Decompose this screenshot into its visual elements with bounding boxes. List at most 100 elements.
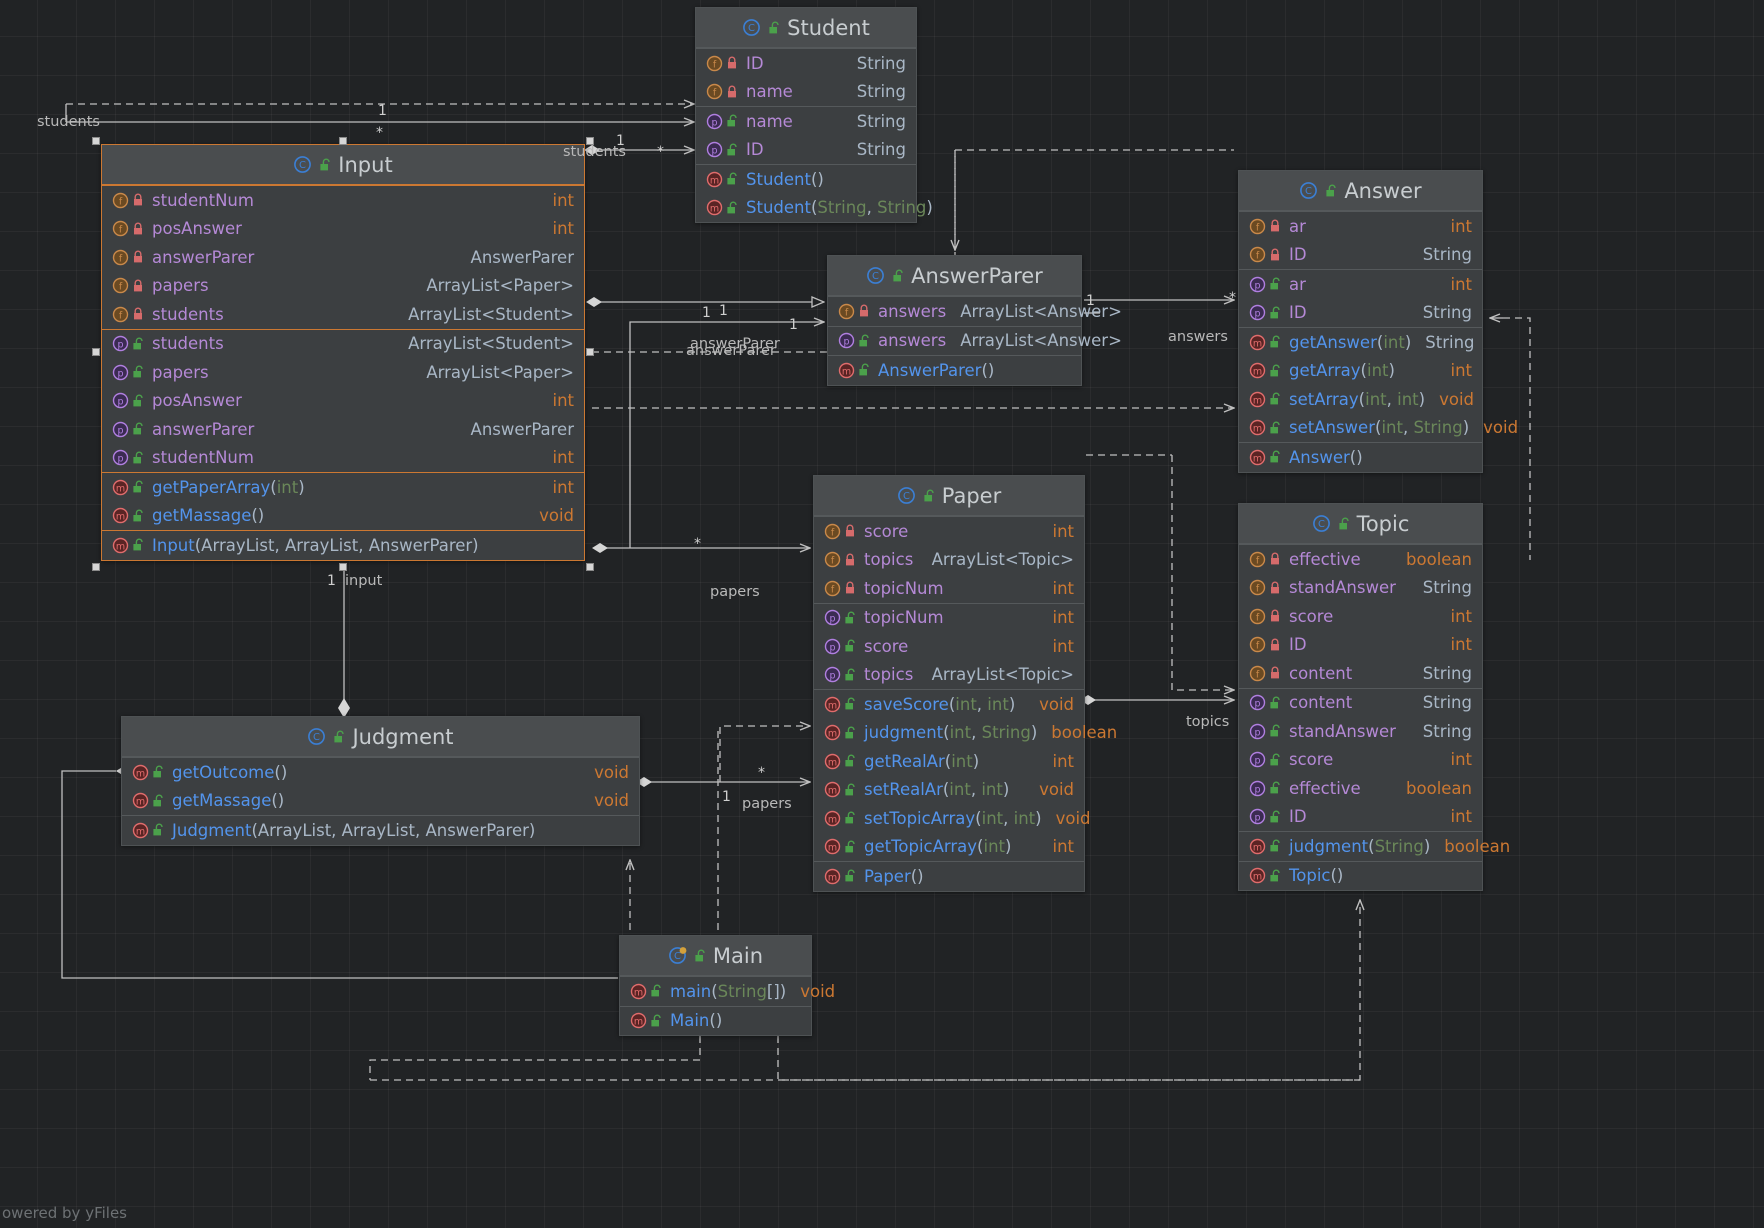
member-row[interactable]: f ar int	[1239, 212, 1482, 241]
member-row[interactable]: m Main()	[620, 1007, 811, 1036]
member-row[interactable]: f answers ArrayList<Answer>	[828, 297, 1122, 326]
uml-class-input[interactable]: C Input f studentNum int f posAnswer int f answer…	[101, 144, 585, 561]
uml-class-topic[interactable]: C Topic f effective boolean f standAnswer Strin…	[1238, 503, 1510, 891]
selection-handle[interactable]	[586, 137, 594, 145]
class-title-input[interactable]: C Input	[102, 145, 584, 185]
class-title-answerparer[interactable]: C AnswerParer	[828, 256, 1081, 296]
member-row[interactable]: m Paper()	[814, 862, 1084, 891]
member-row[interactable]: m judgment (String) boolean	[1239, 832, 1510, 861]
member-row[interactable]: m Student()	[696, 165, 916, 194]
member-row[interactable]: p standAnswer String	[1239, 717, 1482, 746]
edge-label: papers	[710, 584, 760, 600]
member-row[interactable]: m getPaperArray (int) int	[102, 473, 584, 502]
selection-handle[interactable]	[339, 563, 347, 571]
member-row[interactable]: p ID String	[696, 136, 916, 165]
member-row[interactable]: f papers ArrayList<Paper>	[102, 272, 584, 301]
member-row[interactable]: m Topic()	[1239, 862, 1482, 891]
member-name: content	[1289, 693, 1353, 713]
member-params: ()	[1330, 866, 1344, 886]
member-row[interactable]: f topics ArrayList<Topic>	[814, 546, 1084, 575]
field-icon: f	[1248, 636, 1267, 653]
member-row[interactable]: f content String	[1239, 659, 1482, 688]
member-row[interactable]: m judgment (int, String) boolean	[814, 719, 1117, 748]
selection-handle[interactable]	[92, 137, 100, 145]
member-row[interactable]: m setAnswer (int, String) void	[1239, 414, 1518, 443]
member-row[interactable]: m setRealAr (int, int) void	[814, 776, 1084, 805]
member-row[interactable]: f ID int	[1239, 631, 1482, 660]
member-row[interactable]: f standAnswer String	[1239, 574, 1482, 603]
member-row[interactable]: m saveScore (int, int) void	[814, 690, 1084, 719]
uml-class-judgment[interactable]: C Judgment m getOutcome() void m getMassage() v…	[121, 716, 640, 846]
member-row[interactable]: m getTopicArray (int) int	[814, 833, 1084, 862]
member-type: void	[539, 506, 574, 526]
member-row[interactable]: m getRealAr (int) int	[814, 747, 1084, 776]
member-row[interactable]: p effective boolean	[1239, 774, 1482, 803]
member-row[interactable]: m Student (String, String)	[696, 194, 933, 223]
class-title-student[interactable]: C Student	[696, 8, 916, 48]
class-title-judgment[interactable]: C Judgment	[122, 717, 639, 757]
member-row[interactable]: f studentNum int	[102, 186, 584, 215]
uml-class-paper[interactable]: C Paper f score int f topics ArrayList<Topic> f t…	[813, 475, 1117, 892]
class-section: m getOutcome() void m getMassage() void	[122, 757, 639, 815]
member-row[interactable]: m getMassage() void	[102, 502, 584, 531]
member-row[interactable]: p answerParer AnswerParer	[102, 415, 584, 444]
member-row[interactable]: m Input (ArrayList, ArrayList, AnswerParer…	[102, 531, 584, 560]
field-icon: f	[111, 306, 130, 323]
member-row[interactable]: m setArray (int, int) void	[1239, 385, 1482, 414]
member-row[interactable]: f students ArrayList<Student>	[102, 300, 584, 329]
member-type: int	[1450, 274, 1472, 294]
uml-class-student[interactable]: C Student f ID String f name String p name String p…	[695, 7, 933, 223]
member-row[interactable]: f answerParer AnswerParer	[102, 243, 584, 272]
svg-text:p: p	[843, 337, 849, 348]
member-row[interactable]: m getMassage() void	[122, 787, 639, 816]
member-name: setTopicArray	[864, 808, 976, 828]
member-row[interactable]: f score int	[1239, 602, 1482, 631]
member-row[interactable]: m Judgment (ArrayList, ArrayList, AnswerPa…	[122, 816, 639, 845]
uml-class-answerparer[interactable]: C AnswerParer f answers ArrayList<Answer> p an…	[827, 255, 1122, 386]
class-title-main[interactable]: C Main	[620, 936, 811, 976]
member-row[interactable]: f ID String	[696, 49, 916, 78]
multiplicity-label: 1	[378, 103, 387, 119]
member-row[interactable]: m AnswerParer()	[828, 356, 1081, 385]
selection-handle[interactable]	[339, 137, 347, 145]
selection-handle[interactable]	[586, 348, 594, 356]
member-row[interactable]: f name String	[696, 78, 916, 107]
unlock-public-icon	[1325, 184, 1337, 198]
class-title-paper[interactable]: C Paper	[814, 476, 1084, 516]
uml-class-main[interactable]: C Main m main (String[]) void m Main()	[619, 935, 835, 1036]
member-name: standAnswer	[1289, 721, 1396, 741]
member-row[interactable]: m main (String[]) void	[620, 977, 835, 1006]
member-row[interactable]: f effective boolean	[1239, 545, 1482, 574]
member-row[interactable]: f score int	[814, 517, 1084, 546]
member-row[interactable]: p studentNum int	[102, 444, 584, 473]
member-row[interactable]: m setTopicArray (int, int) void	[814, 804, 1091, 833]
member-row[interactable]: p topicNum int	[814, 604, 1084, 633]
member-row[interactable]: p score int	[1239, 746, 1482, 775]
selection-handle[interactable]	[586, 563, 594, 571]
uml-class-answer[interactable]: C Answer f ar int f ID String p ar int p ID String m ge…	[1238, 170, 1518, 473]
member-row[interactable]: p ID String	[1239, 299, 1482, 328]
member-row[interactable]: f posAnswer int	[102, 215, 584, 244]
member-row[interactable]: p content String	[1239, 689, 1482, 718]
member-row[interactable]: m getArray (int) int	[1239, 357, 1482, 386]
member-row[interactable]: p students ArrayList<Student>	[102, 330, 584, 359]
member-row[interactable]: m Answer()	[1239, 443, 1482, 472]
member-row[interactable]: p papers ArrayList<Paper>	[102, 358, 584, 387]
member-row[interactable]: m getOutcome() void	[122, 758, 639, 787]
member-row[interactable]: p topics ArrayList<Topic>	[814, 661, 1084, 690]
selection-handle[interactable]	[92, 563, 100, 571]
member-row[interactable]: m getAnswer (int) String	[1239, 328, 1482, 357]
svg-text:m: m	[828, 843, 837, 854]
member-row[interactable]: p name String	[696, 107, 916, 136]
member-row[interactable]: f topicNum int	[814, 574, 1084, 603]
member-row[interactable]: f ID String	[1239, 241, 1482, 270]
class-title-topic[interactable]: C Topic	[1239, 504, 1482, 544]
member-row[interactable]: p score int	[814, 632, 1084, 661]
member-row[interactable]: p ar int	[1239, 270, 1482, 299]
selection-handle[interactable]	[92, 348, 100, 356]
member-row[interactable]: p posAnswer int	[102, 387, 584, 416]
member-row[interactable]: p ID int	[1239, 803, 1482, 832]
member-row[interactable]: p answers ArrayList<Answer>	[828, 327, 1122, 356]
uml-diagram-canvas[interactable]: C Student f ID String f name String p name String p…	[0, 0, 1764, 1228]
class-title-answer[interactable]: C Answer	[1239, 171, 1482, 211]
